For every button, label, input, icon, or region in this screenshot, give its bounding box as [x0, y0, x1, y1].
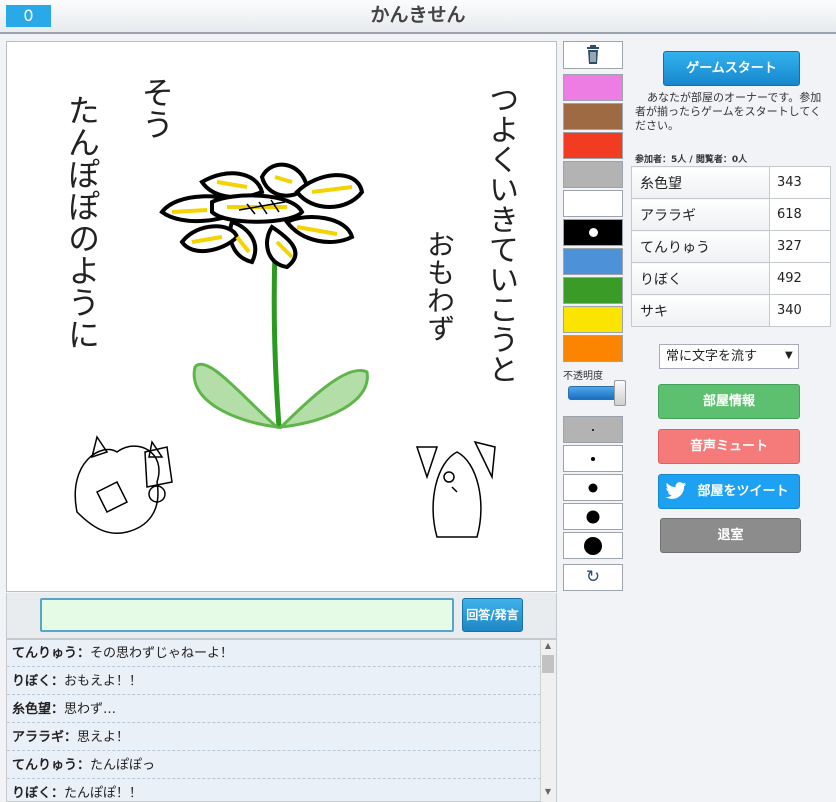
chat-author: アララギ	[12, 730, 65, 745]
tweet-room-button[interactable]: 部屋をツイート	[658, 474, 800, 509]
room-title: かんきせん	[370, 4, 466, 26]
chat-author: てんりゅう	[12, 758, 78, 773]
canvas-text-sou: そう	[137, 76, 175, 140]
tweet-room-label: 部屋をツイート	[697, 484, 789, 499]
chat-text: たんぽぽっ	[90, 758, 156, 773]
undo-button[interactable]: ↻	[563, 564, 623, 591]
chat-message: りぼく：たんぽぽ！！	[7, 780, 541, 801]
player-row: てんりゅう 327	[631, 230, 831, 263]
player-row: アララギ 618	[631, 198, 831, 231]
chat-author: りぼく	[12, 674, 52, 689]
brush-size-button[interactable]	[563, 474, 623, 501]
player-name: てんりゅう	[631, 230, 770, 263]
player-row: 糸色望 343	[631, 166, 831, 199]
brush-dot-icon	[592, 428, 594, 431]
color-swatch[interactable]	[563, 103, 623, 130]
brush-dot-icon	[584, 536, 602, 555]
undo-icon: ↻	[585, 567, 601, 587]
chat-author: りぼく	[12, 786, 52, 801]
chat-message: アララギ：思えよ！	[7, 724, 541, 751]
color-swatch[interactable]	[563, 74, 623, 101]
color-swatch[interactable]	[563, 306, 623, 333]
text-flow-select[interactable]: 常に文字を流す	[659, 344, 799, 369]
chat-author: 糸色望	[12, 702, 52, 717]
scroll-thumb[interactable]	[542, 655, 554, 673]
clear-canvas-button[interactable]	[563, 41, 623, 69]
chat-author: てんりゅう	[12, 646, 78, 661]
audio-mute-button[interactable]: 音声ミュート	[658, 429, 800, 464]
player-score: 343	[769, 166, 831, 199]
member-count: 参加者：5人 / 閲覧者：0人	[635, 155, 748, 165]
color-swatch[interactable]	[563, 335, 623, 362]
twitter-bird-icon	[665, 482, 687, 499]
scroll-up-icon[interactable]: ▲	[544, 642, 552, 650]
canvas-text-right: つよくいきていこうと	[483, 84, 518, 384]
answer-input[interactable]	[40, 598, 454, 632]
player-name: アララギ	[631, 198, 770, 231]
brush-dot-icon	[591, 456, 595, 461]
brush-dot-icon	[586, 510, 600, 523]
scroll-down-icon[interactable]: ▼	[544, 788, 552, 796]
color-swatch[interactable]	[563, 248, 623, 275]
color-swatch[interactable]	[563, 219, 623, 246]
player-score: 340	[769, 294, 831, 327]
leave-room-button[interactable]: 退室	[660, 518, 801, 553]
brush-size-button[interactable]	[563, 503, 623, 530]
selected-color-indicator	[589, 228, 598, 237]
drawing-canvas[interactable]: たんぽぽのように そう つよくいきていこうと おもわず	[6, 41, 557, 592]
player-score: 492	[769, 262, 831, 295]
player-score-table: 糸色望 343 アララギ 618 てんりゅう 327 りぼく 492 サキ 340	[631, 166, 831, 327]
trash-icon	[587, 45, 599, 64]
player-row: サキ 340	[631, 294, 831, 327]
chat-log: てんりゅう：その思わずじゃねーよ！ りぼく：おもえよ！！ 糸色望：思わず… アラ…	[6, 639, 557, 802]
chat-text: 思わず…	[64, 702, 117, 717]
chat-message: 糸色望：思わず…	[7, 696, 541, 723]
color-swatch[interactable]	[563, 277, 623, 304]
chat-text: たんぽぽ！！	[64, 786, 143, 801]
player-name: サキ	[631, 294, 770, 327]
brush-size-button[interactable]	[563, 445, 623, 472]
chat-text: おもえよ！！	[64, 674, 143, 689]
opacity-slider-thumb[interactable]	[614, 380, 626, 406]
chat-message: りぼく：おもえよ！！	[7, 668, 541, 695]
game-start-button[interactable]: ゲームスタート	[663, 51, 800, 86]
brush-dot-icon	[588, 483, 598, 492]
player-score: 327	[769, 230, 831, 263]
opacity-label: 不透明度	[563, 371, 603, 382]
brush-size-button[interactable]	[563, 532, 623, 559]
opacity-slider-track[interactable]	[568, 386, 620, 400]
room-info-button[interactable]: 部屋情報	[658, 384, 800, 419]
chat-message: てんりゅう：たんぽぽっ	[7, 752, 541, 779]
color-swatch[interactable]	[563, 190, 623, 217]
player-name: りぼく	[631, 262, 770, 295]
player-name: 糸色望	[631, 166, 770, 199]
answer-button[interactable]: 回答/発言	[462, 598, 523, 632]
player-score: 618	[769, 198, 831, 231]
chat-text: その思わずじゃねーよ！	[90, 646, 234, 661]
color-swatch[interactable]	[563, 132, 623, 159]
canvas-text-left: たんぽぽのように	[63, 94, 101, 350]
owner-message: あなたが部屋のオーナーです。参加者が揃ったらゲームをスタートしてください。	[635, 91, 822, 132]
color-swatch[interactable]	[563, 161, 623, 188]
player-row: りぼく 492	[631, 262, 831, 295]
canvas-text-omowazu: おもわず	[423, 230, 456, 342]
chat-message: てんりゅう：その思わずじゃねーよ！	[7, 640, 541, 667]
chevron-down-icon[interactable]: ▼	[785, 350, 793, 361]
chat-text: 思えよ！	[77, 730, 130, 745]
brush-size-button[interactable]	[563, 416, 623, 443]
